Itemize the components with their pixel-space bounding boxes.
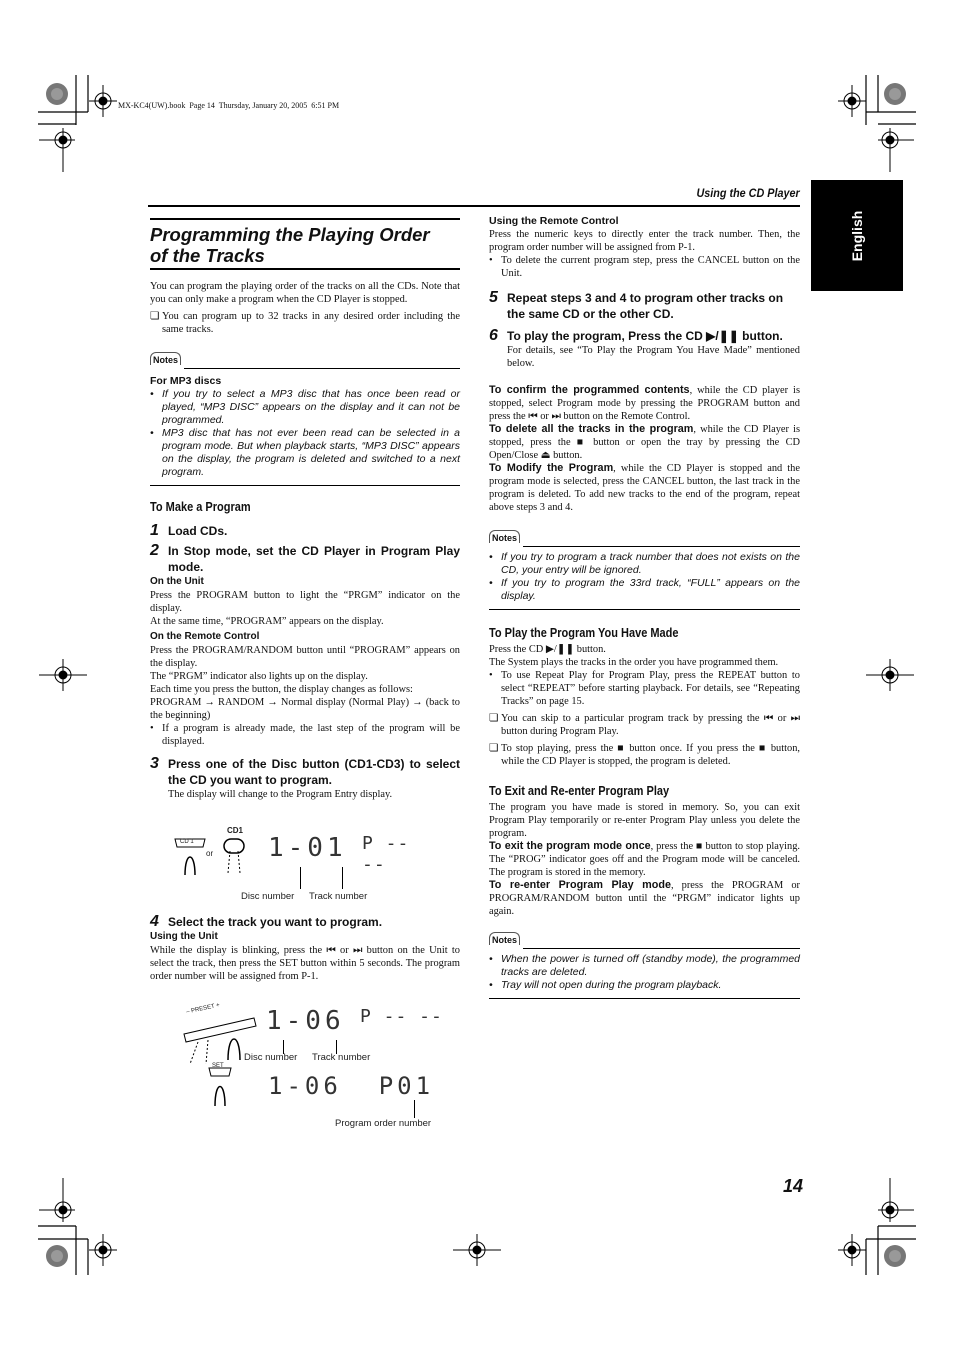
using-unit-label: Using the Unit <box>150 931 218 942</box>
delete-all-text: To delete all the tracks in the program,… <box>489 423 800 461</box>
caption-disc-number-2: Disc number <box>244 1052 298 1063</box>
caption-disc-number: Disc number <box>241 891 295 902</box>
step-5: 5 Repeat steps 3 and 4 to program other t… <box>489 289 784 322</box>
step-4-block: 4 Select the track you want to program. U… <box>150 914 460 983</box>
exit-program-heading: To Exit and Re-enter Program Play <box>489 784 670 798</box>
notes-header-1: Notes <box>150 350 460 370</box>
notes1-heading: For MP3 discs <box>150 375 222 387</box>
fig1-btn2: CD1 <box>227 826 244 835</box>
unit-text: At the same time, “PROGRAM” appears on t… <box>150 616 384 627</box>
step-4: 4 Select the track you want to program. <box>150 913 383 930</box>
tip-box-icon: ❏ <box>489 713 499 724</box>
note-item: • When the power is turned off (standby m… <box>489 953 800 978</box>
note-item: • Tray will not open during the program p… <box>489 979 722 991</box>
on-remote-label: On the Remote Control <box>150 631 260 642</box>
tip-box-icon: ❏ <box>150 311 160 322</box>
fig1-or: or <box>206 849 214 858</box>
step-2: 2 In Stop mode, set the CD Player in Prog… <box>150 542 460 575</box>
note-item: • If you try to program a track number th… <box>489 551 800 576</box>
exit-text: The program you have made is stored in m… <box>489 802 800 839</box>
make-program-heading: To Make a Program <box>150 500 251 514</box>
step-1: 1 Load CDs. <box>150 522 228 539</box>
page-number: 14 <box>783 1176 804 1196</box>
notes-header-2: Notes <box>489 528 800 548</box>
fig2-display-result: 1-06 P01 <box>268 1072 435 1100</box>
note-item: • If you try to program the 33rd track, “… <box>489 577 800 602</box>
fig2-display-p: P -- -- <box>360 1006 443 1027</box>
print-header: MX-KC4(UW).book Page 14 Thursday, Januar… <box>118 101 340 110</box>
title-rule-top <box>150 218 460 220</box>
play-program-heading: To Play the Program You Have Made <box>489 626 679 640</box>
notes-end-rule <box>150 485 460 486</box>
caption-track-number-2: Track number <box>312 1052 371 1063</box>
play-tip: ❏ To stop playing, press the ■ button onc… <box>489 743 800 767</box>
reenter-text: To re-enter Program Play mode, press the… <box>489 879 800 917</box>
remote-label: Using the Remote Control <box>489 215 619 227</box>
fig1-display-p: P -- -- <box>362 833 410 875</box>
note-item: • MP3 disc that has not ever been read ca… <box>150 427 460 478</box>
step-6-sub: For details, see “To Play the Program Yo… <box>507 345 800 369</box>
intro-text: You can program the playing order of the… <box>150 281 460 305</box>
cd1-remote-button-icon <box>223 838 245 874</box>
note-item: • If you try to select a MP3 disc that ha… <box>150 388 460 426</box>
caption-track-number: Track number <box>309 891 368 902</box>
language-tab-label: English <box>849 210 865 261</box>
tip-box-icon: ❏ <box>489 743 499 754</box>
remote-text: Press the numeric keys to directly enter… <box>489 229 800 253</box>
notes-icon: Notes <box>489 932 521 945</box>
remote-text: Each time you press the button, the disp… <box>150 684 413 695</box>
page-title-line2: of the Tracks <box>150 245 265 266</box>
header-rule <box>148 205 800 207</box>
notes-end-rule <box>489 609 800 610</box>
figure-track-select: – PRESET + 1-06 P -- -- Disc number Trac… <box>180 998 450 1133</box>
play-tip: ❏ You can skip to a particular program tr… <box>489 713 800 737</box>
play-text: Press the CD ▶/❚❚ button. <box>489 644 606 655</box>
fig2-display-main: 1-06 <box>266 1006 345 1036</box>
fig1-display-main: 1-01 <box>268 833 347 863</box>
remote-text: The “PRGM” indicator also lights up on t… <box>150 671 368 682</box>
play-text: The System plays the tracks in the order… <box>489 657 779 668</box>
step-3-sub: The display will change to the Program E… <box>168 789 393 800</box>
notes-icon: Notes <box>150 352 182 365</box>
remote-text: Press the PROGRAM/RANDOM button until “P… <box>150 645 460 669</box>
unit-text: Press the PROGRAM button to light the “P… <box>150 590 460 614</box>
notes-header-3: Notes <box>489 930 800 950</box>
fig2-set: SET <box>212 1063 224 1069</box>
modify-text: To Modify the Program, while the CD Play… <box>489 462 800 513</box>
running-head: Using the CD Player <box>696 186 800 200</box>
right-column: Using the Remote Control Press the numer… <box>489 214 800 999</box>
figure-program-entry: CD 1 or CD1 1-01 P -- -- Disc number Tra… <box>170 825 430 905</box>
set-button-icon <box>208 1067 232 1107</box>
remote-bullet: • To delete the current program step, pre… <box>489 255 800 279</box>
step-6: 6 To play the program, Press the CD ▶/❚❚ … <box>489 327 783 344</box>
notes-icon: Notes <box>489 530 521 543</box>
caption-program-order: Program order number <box>335 1118 432 1129</box>
fig1-btn1: CD 1 <box>180 839 194 845</box>
exit-once-text: To exit the program mode once, press the… <box>489 840 800 878</box>
remote-text: PROGRAM → RANDOM → Normal display (Norma… <box>150 697 460 721</box>
intro-tip: ❏ You can program up to 32 tracks in any… <box>150 311 460 335</box>
page-title: Programming the Playing Order of the Tra… <box>150 218 460 266</box>
remote-bullet: • If a program is already made, the last … <box>150 723 460 747</box>
notes-end-rule <box>489 998 800 999</box>
step-4-text: While the display is blinking, press the… <box>150 945 460 982</box>
title-rule-bottom <box>150 268 460 270</box>
on-unit-label: On the Unit <box>150 576 204 587</box>
language-tab: English <box>811 180 903 291</box>
play-bullet: • To use Repeat Play for Program Play, pr… <box>489 670 800 707</box>
step-3: 3 Press one of the Disc button (CD1-CD3) … <box>150 755 460 788</box>
left-column: Programming the Playing Order of the Tra… <box>150 218 460 801</box>
page-title-line1: Programming the Playing Order <box>150 224 430 245</box>
confirm-text: To confirm the programmed contents, whil… <box>489 384 800 422</box>
